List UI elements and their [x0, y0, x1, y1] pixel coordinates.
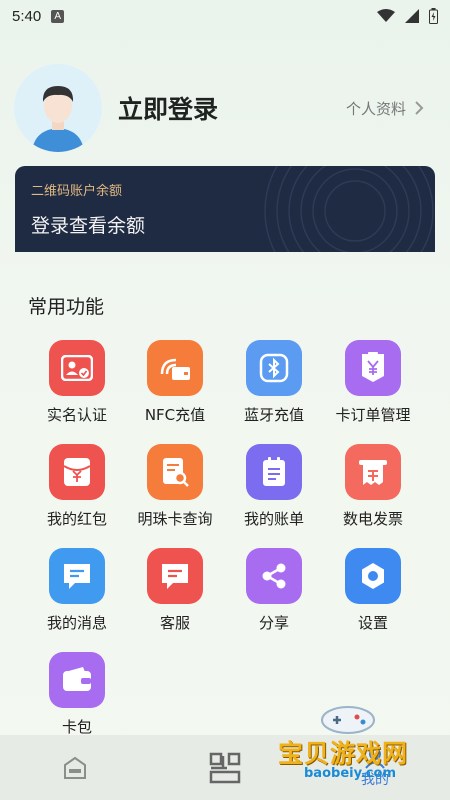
function-label: 明珠卡查询 — [137, 510, 213, 528]
section-title: 常用功能 — [28, 296, 105, 318]
function-my-bill[interactable]: 我的账单 — [219, 444, 329, 534]
function-share[interactable]: 分享 — [219, 548, 329, 638]
chevron-right-icon — [415, 101, 424, 115]
function-label: 分享 — [258, 614, 289, 632]
function-pearl-card-query[interactable]: 明珠卡查询 — [120, 444, 230, 534]
function-settings[interactable]: 设置 — [318, 548, 428, 638]
function-label: 数电发票 — [342, 510, 403, 528]
battery-icon — [429, 8, 438, 24]
decorative-rings — [264, 166, 435, 252]
nav-qrcode[interactable] — [190, 738, 260, 798]
function-label: 卡订单管理 — [335, 406, 411, 424]
nfc-card-icon — [147, 340, 203, 396]
gamepad-icon — [321, 706, 375, 734]
function-bluetooth-recharge[interactable]: 蓝牙充值 — [219, 340, 329, 430]
qrcode-icon — [209, 752, 241, 783]
bottom-nav: 我的 — [0, 735, 450, 800]
nav-mine[interactable]: 我的 — [340, 738, 410, 798]
card-search-icon — [147, 444, 203, 500]
function-real-name-auth[interactable]: 实名认证 — [22, 340, 132, 430]
function-customer-service[interactable]: 客服 — [120, 548, 230, 638]
function-label: 卡包 — [61, 718, 92, 736]
nav-home[interactable] — [40, 738, 110, 798]
function-my-red-packet[interactable]: 我的红包 — [22, 444, 132, 534]
function-label: 我的账单 — [243, 510, 304, 528]
function-label: 设置 — [357, 614, 388, 632]
balance-card[interactable]: 二维码账户余额 登录查看余额 — [15, 166, 435, 252]
profile-link-label: 个人资料 — [345, 99, 406, 118]
avatar[interactable] — [14, 64, 102, 152]
wallet-icon — [49, 652, 105, 708]
nav-mine-label: 我的 — [361, 771, 389, 788]
function-label: 实名认证 — [46, 406, 107, 424]
function-label: 我的消息 — [46, 614, 107, 632]
home-icon — [64, 756, 86, 779]
function-label: 客服 — [159, 614, 190, 632]
function-nfc-recharge[interactable]: NFC充值 — [120, 340, 230, 430]
customer-service-icon — [147, 548, 203, 604]
share-icon — [246, 548, 302, 604]
settings-icon — [345, 548, 401, 604]
status-bar: 5:40 A — [0, 0, 450, 32]
bluetooth-icon — [246, 340, 302, 396]
red-packet-icon — [49, 444, 105, 500]
bill-icon — [246, 444, 302, 500]
profile-header[interactable]: 立即登录 个人资料 — [14, 62, 436, 154]
login-button[interactable]: 立即登录 — [118, 90, 218, 126]
invoice-icon — [345, 444, 401, 500]
yen-order-icon — [345, 340, 401, 396]
status-time: 5:40 — [12, 7, 42, 25]
function-label: NFC充值 — [144, 406, 206, 424]
function-my-messages[interactable]: 我的消息 — [22, 548, 132, 638]
function-label: 蓝牙充值 — [243, 406, 304, 424]
signal-icon — [405, 9, 419, 23]
function-digital-invoice[interactable]: 数电发票 — [318, 444, 428, 534]
notification-icon: A — [51, 9, 65, 23]
user-icon — [365, 747, 385, 769]
function-card-order-management[interactable]: 卡订单管理 — [318, 340, 428, 430]
profile-link[interactable]: 个人资料 — [346, 98, 424, 119]
id-card-icon — [49, 340, 105, 396]
wifi-icon — [377, 9, 395, 22]
function-card-wallet[interactable]: 卡包 — [22, 652, 132, 742]
function-label: 我的红包 — [46, 510, 107, 528]
message-icon — [49, 548, 105, 604]
